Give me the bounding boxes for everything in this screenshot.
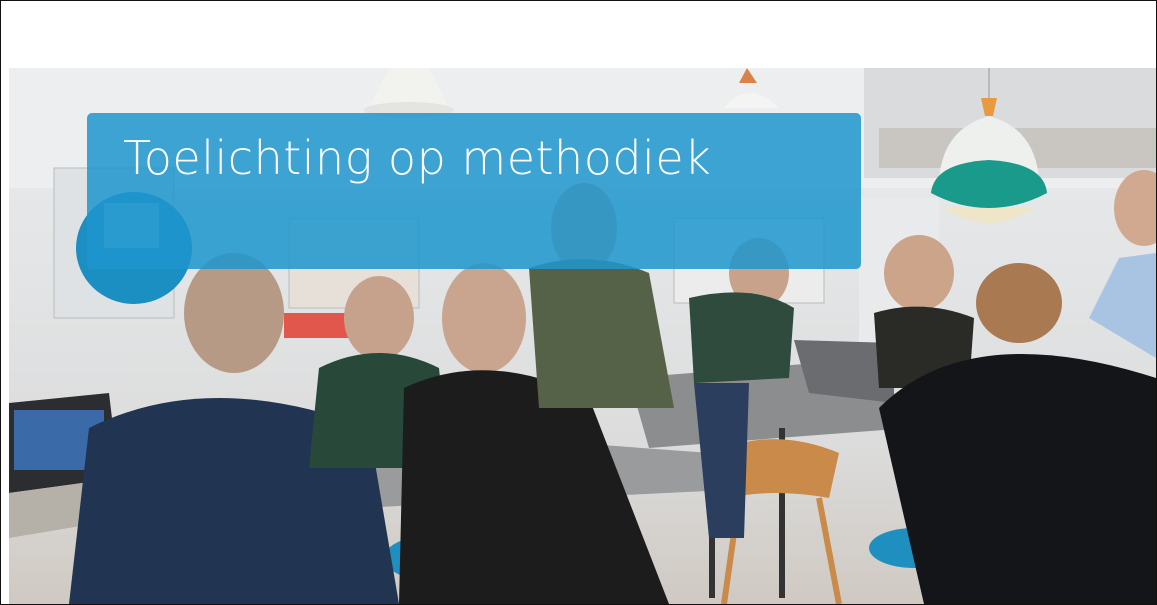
title-banner: Toelichting op methodiek (87, 113, 861, 269)
slide-title: Toelichting op methodiek (123, 131, 712, 185)
presentation-slide: Toelichting op methodiek (0, 0, 1157, 605)
